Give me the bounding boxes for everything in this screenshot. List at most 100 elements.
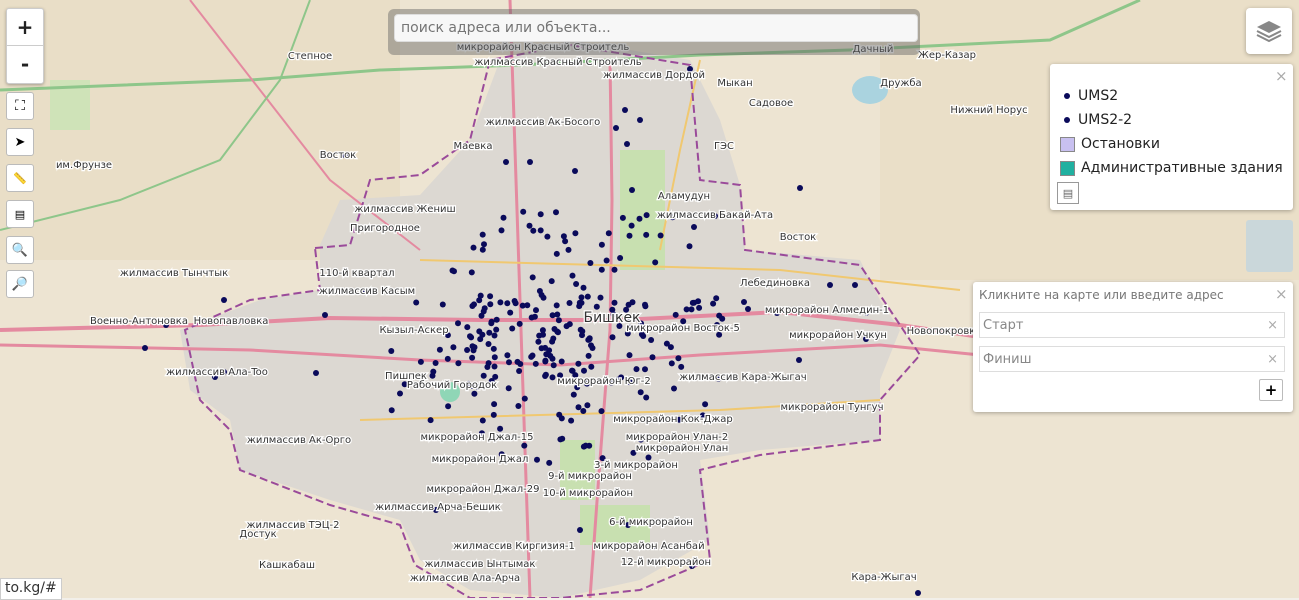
point-marker[interactable] [481, 241, 487, 248]
point-marker[interactable] [582, 442, 589, 449]
point-marker[interactable] [527, 159, 533, 165]
point-marker[interactable] [622, 107, 628, 113]
point-marker[interactable] [852, 282, 858, 288]
layers-button[interactable] [1246, 8, 1292, 54]
zoom-out-button[interactable]: - [7, 46, 43, 82]
measure-area-button[interactable]: ▤ [6, 200, 34, 228]
point-marker[interactable] [636, 215, 643, 222]
point-marker[interactable] [524, 302, 531, 309]
point-marker[interactable] [569, 272, 576, 279]
point-marker[interactable] [497, 299, 504, 306]
point-marker[interactable] [549, 338, 556, 345]
point-marker[interactable] [605, 230, 612, 237]
point-marker[interactable] [516, 320, 523, 327]
point-marker[interactable] [577, 527, 583, 533]
point-marker[interactable] [796, 357, 802, 363]
point-marker[interactable] [550, 362, 557, 369]
point-marker[interactable] [572, 168, 578, 174]
point-marker[interactable] [471, 301, 477, 308]
add-waypoint-button[interactable]: + [1259, 379, 1283, 401]
point-marker[interactable] [520, 208, 527, 215]
point-marker[interactable] [528, 353, 535, 360]
point-marker[interactable] [427, 417, 434, 424]
point-marker[interactable] [469, 354, 476, 361]
point-marker[interactable] [626, 352, 633, 359]
point-marker[interactable] [534, 456, 540, 463]
point-marker[interactable] [598, 241, 605, 248]
point-marker[interactable] [488, 320, 495, 327]
point-marker[interactable] [597, 294, 604, 301]
point-marker[interactable] [467, 333, 473, 340]
point-marker[interactable] [486, 329, 493, 336]
point-marker[interactable] [504, 352, 511, 359]
point-marker[interactable] [579, 332, 585, 339]
point-marker[interactable] [663, 340, 670, 347]
point-marker[interactable] [436, 346, 443, 353]
info-tool-button[interactable]: 🔎 [6, 270, 34, 298]
point-marker[interactable] [553, 302, 560, 309]
point-marker[interactable] [500, 214, 507, 221]
point-marker[interactable] [643, 231, 650, 238]
point-marker[interactable] [549, 312, 556, 319]
point-marker[interactable] [464, 347, 471, 353]
point-marker[interactable] [480, 372, 487, 379]
point-marker[interactable] [827, 282, 833, 288]
point-marker[interactable] [537, 227, 544, 234]
point-marker[interactable] [506, 359, 512, 366]
point-marker[interactable] [503, 159, 509, 165]
point-marker[interactable] [505, 385, 512, 392]
point-marker[interactable] [797, 185, 803, 191]
point-marker[interactable] [532, 360, 539, 367]
point-marker[interactable] [444, 355, 451, 362]
legend-item[interactable]: UMS2-2 [1060, 112, 1132, 128]
point-marker[interactable] [625, 301, 632, 308]
point-marker[interactable] [572, 230, 579, 237]
point-marker[interactable] [464, 324, 471, 331]
legend-close-button[interactable]: × [1275, 67, 1288, 85]
routing-close-button[interactable]: × [1275, 285, 1288, 303]
point-marker[interactable] [611, 299, 618, 306]
point-marker[interactable] [598, 266, 605, 273]
point-marker[interactable] [745, 306, 751, 312]
point-marker[interactable] [516, 368, 523, 374]
point-marker[interactable] [617, 255, 624, 261]
measure-distance-button[interactable]: 📏 [6, 164, 34, 192]
point-marker[interactable] [637, 117, 643, 123]
point-marker[interactable] [491, 363, 498, 370]
search-input[interactable] [394, 14, 918, 42]
point-marker[interactable] [569, 367, 575, 374]
point-marker[interactable] [521, 395, 528, 402]
point-marker[interactable] [549, 374, 556, 381]
point-marker[interactable] [430, 368, 437, 375]
point-marker[interactable] [568, 417, 575, 424]
point-marker[interactable] [702, 401, 709, 408]
point-marker[interactable] [529, 274, 536, 281]
point-marker[interactable] [470, 244, 477, 251]
point-marker[interactable] [633, 366, 640, 373]
point-marker[interactable] [540, 331, 546, 338]
point-marker[interactable] [492, 373, 499, 380]
point-marker[interactable] [484, 364, 491, 370]
point-marker[interactable] [672, 311, 679, 318]
zoom-box-button[interactable]: 🔍 [6, 236, 34, 264]
point-marker[interactable] [313, 370, 319, 376]
point-marker[interactable] [668, 360, 675, 367]
point-marker[interactable] [741, 299, 747, 305]
overview-map-button[interactable] [1246, 220, 1293, 272]
point-marker[interactable] [521, 442, 528, 449]
legend-item[interactable]: Остановки [1060, 136, 1160, 152]
legend-item[interactable]: UMS2 [1060, 88, 1118, 104]
point-marker[interactable] [554, 328, 561, 335]
point-marker[interactable] [678, 363, 685, 370]
point-marker[interactable] [696, 304, 703, 311]
point-marker[interactable] [691, 224, 697, 230]
point-marker[interactable] [589, 345, 596, 351]
point-marker[interactable] [468, 269, 475, 276]
point-marker[interactable] [530, 227, 537, 234]
point-marker[interactable] [544, 233, 551, 240]
point-marker[interactable] [577, 326, 584, 333]
point-marker[interactable] [649, 354, 656, 361]
point-marker[interactable] [542, 373, 549, 379]
point-marker[interactable] [559, 435, 566, 442]
point-marker[interactable] [450, 344, 457, 351]
